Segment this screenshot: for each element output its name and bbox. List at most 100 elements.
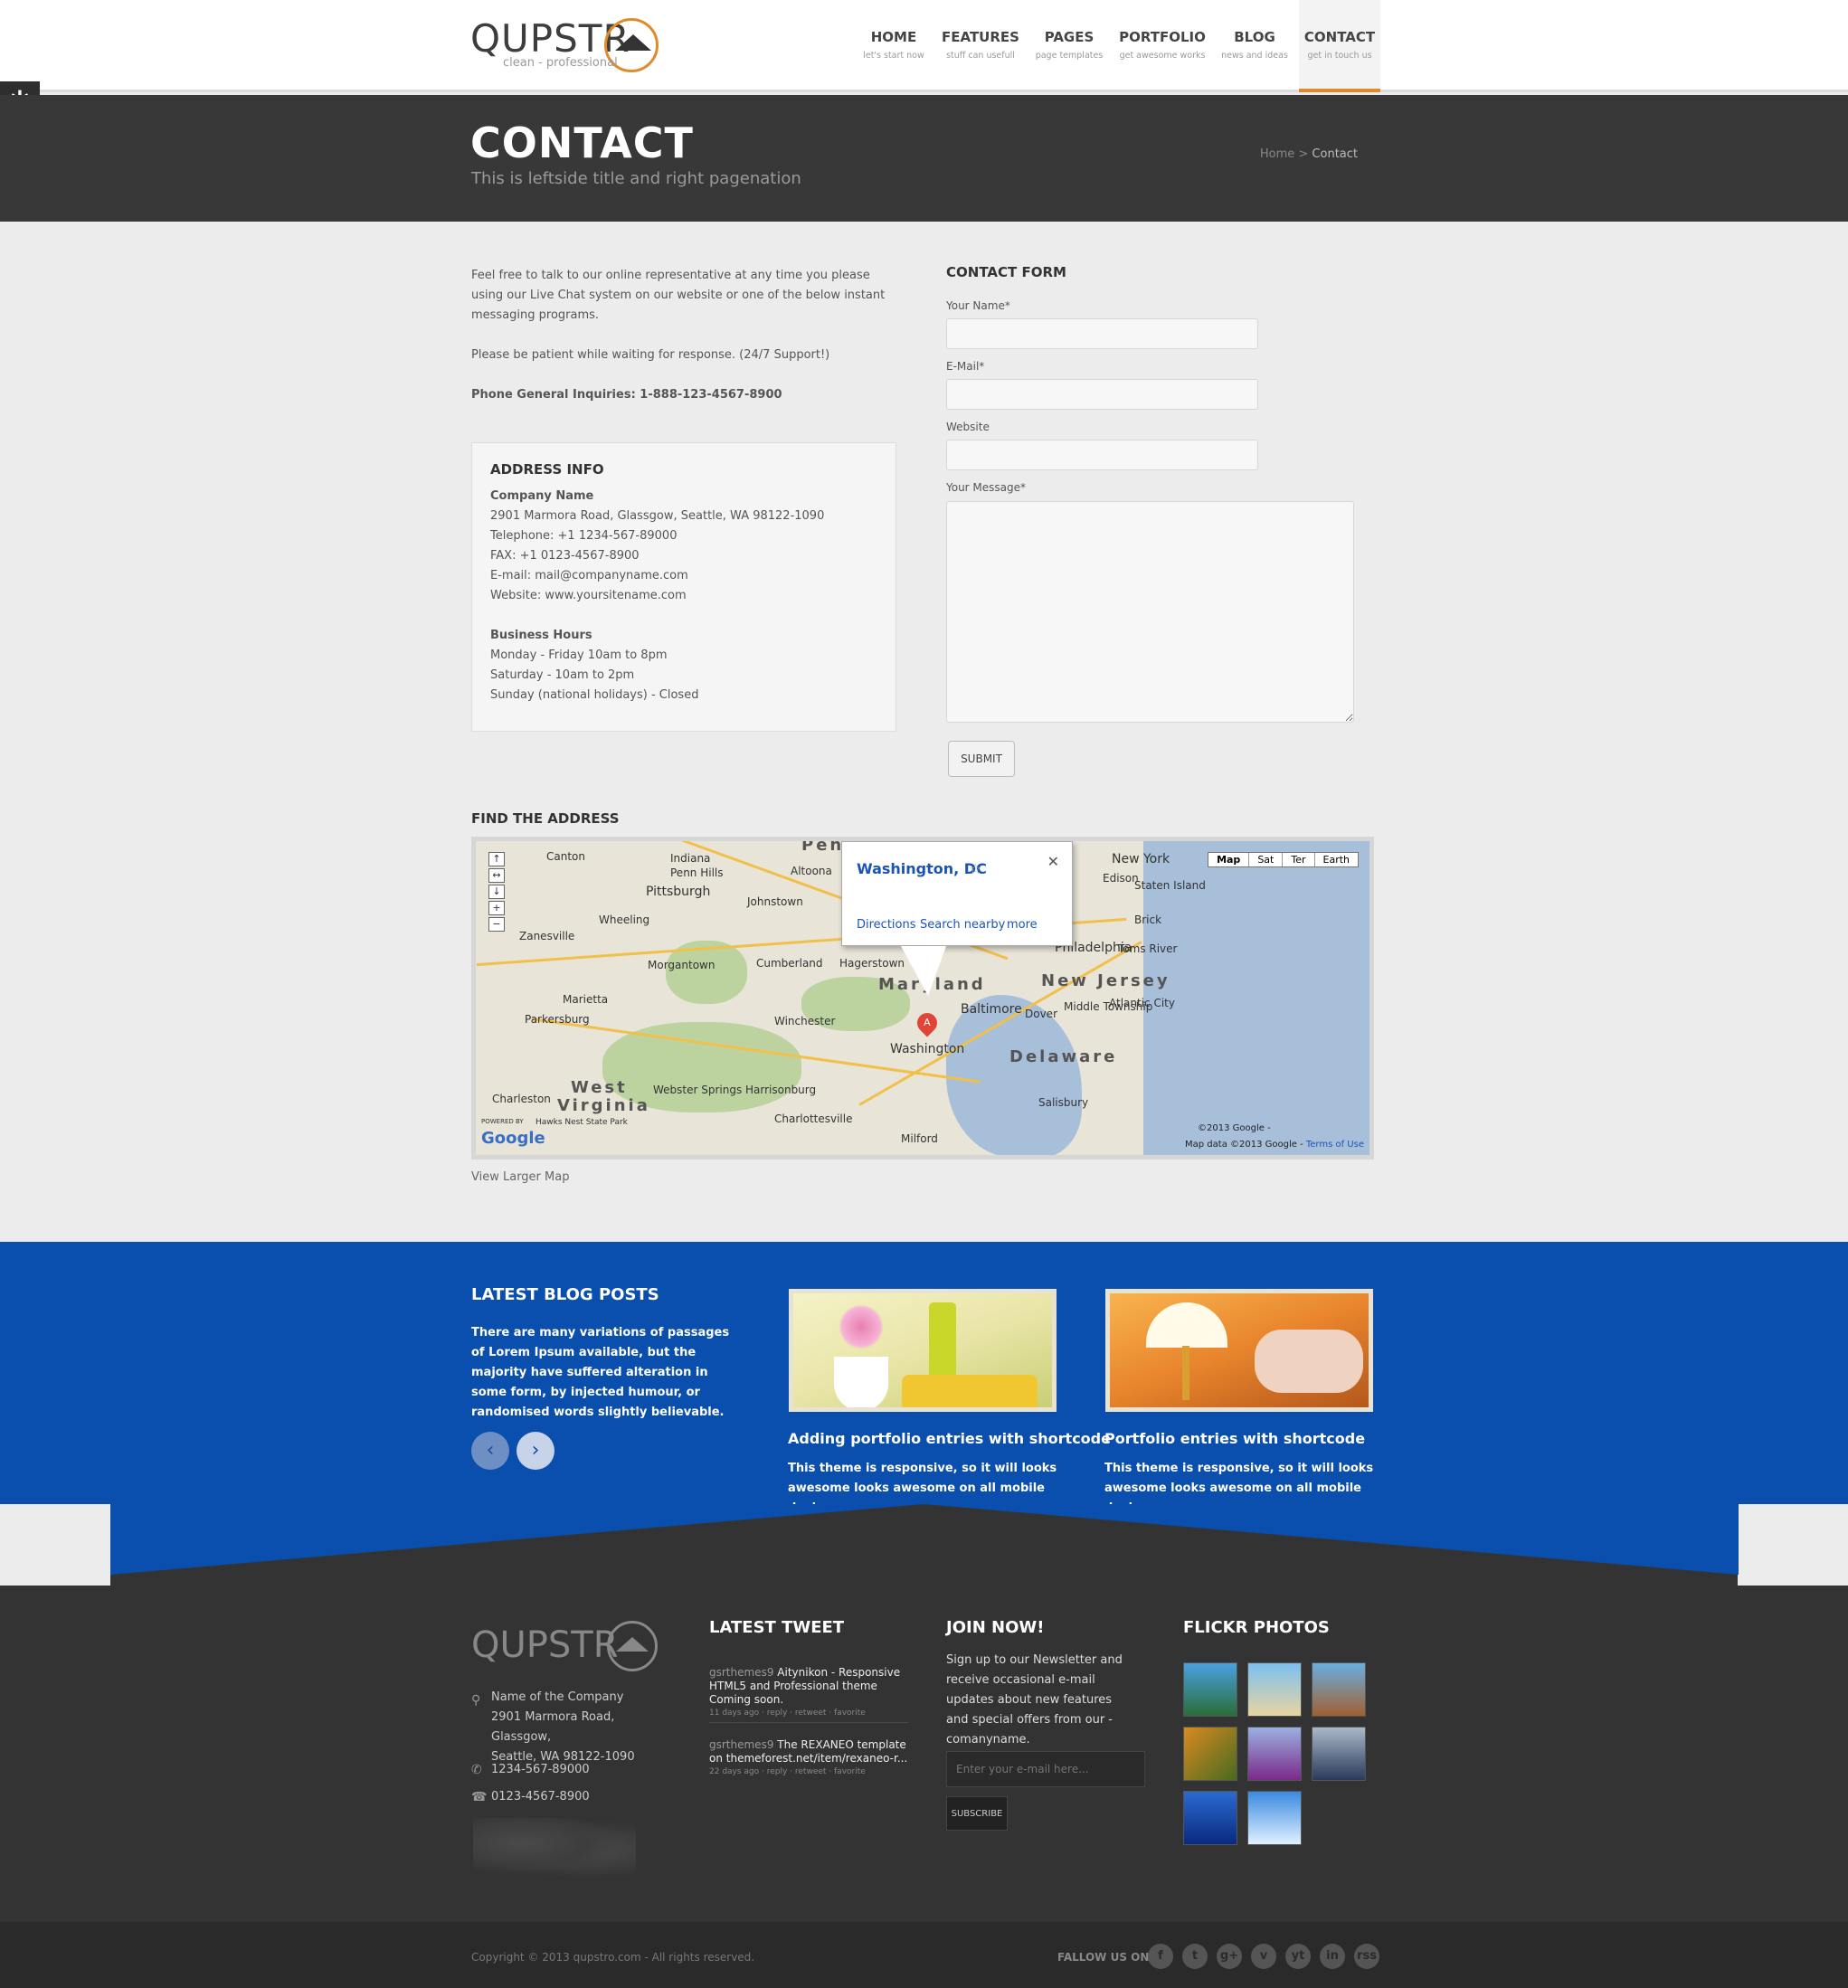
- map-pan-down-icon[interactable]: ↓: [488, 885, 505, 899]
- map-city-label: Harrisonburg: [745, 1084, 817, 1096]
- tweet-meta[interactable]: 11 days ago · reply · retweet · favorite: [709, 1707, 908, 1720]
- address-email[interactable]: E-mail: mail@companyname.com: [490, 566, 877, 586]
- name-field[interactable]: [946, 318, 1258, 349]
- intro-paragraph: Feel free to talk to our online represen…: [471, 269, 886, 322]
- submit-button[interactable]: SUBMIT: [948, 741, 1015, 777]
- map-type-ter[interactable]: Ter: [1283, 853, 1315, 866]
- footer-logo-text: QUPSTR: [471, 1624, 619, 1666]
- website-field[interactable]: [946, 440, 1258, 470]
- nav-item-contact[interactable]: CONTACT get in touch us: [1299, 0, 1380, 92]
- message-field[interactable]: [946, 501, 1354, 723]
- map-zoom-in-icon[interactable]: +: [488, 901, 505, 915]
- contact-intro: Feel free to talk to our online represen…: [471, 266, 896, 425]
- flickr-photo[interactable]: [1183, 1791, 1237, 1845]
- tweet-meta[interactable]: 22 days ago · reply · retweet · favorite: [709, 1766, 908, 1779]
- footer-logo-peak-icon: [616, 1637, 649, 1652]
- nav-item-portfolio[interactable]: PORTFOLIO get awesome works: [1114, 0, 1210, 92]
- intro-support-note: Please be patient while waiting for resp…: [471, 348, 830, 362]
- tweet-handle[interactable]: gsrthemes9: [709, 1666, 773, 1679]
- map-copyright: ©2013 Google -: [1198, 1123, 1271, 1133]
- map-type-earth[interactable]: Earth: [1315, 853, 1359, 866]
- flickr-photo[interactable]: [1312, 1662, 1366, 1717]
- popup-search-nearby-link[interactable]: Search nearby: [920, 918, 1005, 932]
- post-title[interactable]: Portfolio entries with shortcode: [1104, 1430, 1365, 1447]
- name-label: Your Name*: [946, 299, 1010, 312]
- linkedin-icon[interactable]: in: [1320, 1944, 1345, 1969]
- popup-more-link[interactable]: more: [1007, 918, 1038, 932]
- post-thumbnail[interactable]: [789, 1289, 1057, 1412]
- google-plus-icon[interactable]: g+: [1217, 1944, 1242, 1969]
- map-pan-icon[interactable]: ↔: [488, 868, 505, 883]
- post-title[interactable]: Adding portfolio entries with shortcode: [788, 1430, 1111, 1447]
- breadcrumb-home-link[interactable]: Home: [1260, 147, 1294, 161]
- twitter-icon[interactable]: t: [1182, 1944, 1208, 1969]
- page-subtitle: This is leftside title and right pagenat…: [471, 169, 801, 188]
- flickr-photo[interactable]: [1183, 1662, 1237, 1717]
- facebook-icon[interactable]: f: [1148, 1944, 1173, 1969]
- hours-weekday: Monday - Friday 10am to 8pm: [490, 648, 668, 662]
- carousel-next-icon[interactable]: ›: [516, 1432, 554, 1470]
- email-field[interactable]: [946, 379, 1258, 410]
- google-map[interactable]: Pennsylvania Maryland New Jersey Delawar…: [471, 837, 1374, 1160]
- flickr-photo[interactable]: [1183, 1727, 1237, 1781]
- join-description: Sign up to our Newsletter and receive oc…: [946, 1653, 1123, 1747]
- map-city-label: Salisbury: [1038, 1096, 1089, 1109]
- map-type-map[interactable]: Map: [1208, 853, 1250, 866]
- map-city-label: Edison: [1103, 872, 1139, 885]
- tweet-handle[interactable]: gsrthemes9: [709, 1738, 773, 1751]
- map-state-label: Virginia: [557, 1096, 650, 1115]
- nav-item-features[interactable]: FEATURES stuff can usefull: [937, 0, 1024, 92]
- footer-wedge: [110, 1504, 1739, 1575]
- subscribe-button[interactable]: SUBSCRIBE: [946, 1796, 1008, 1831]
- follow-label: FALLOW US ON:: [1057, 1951, 1154, 1964]
- map-city-label: Cumberland: [756, 957, 823, 970]
- nav-item-pages[interactable]: PAGES page templates: [1024, 0, 1114, 92]
- google-logo[interactable]: Google: [481, 1129, 545, 1148]
- flickr-photo[interactable]: [1312, 1727, 1366, 1781]
- map-type-sat[interactable]: Sat: [1249, 853, 1284, 866]
- map-data-text: Map data ©2013 Google -: [1185, 1140, 1306, 1150]
- logo-tagline: clean - professional: [503, 56, 618, 70]
- map-terms-link[interactable]: Terms of Use: [1306, 1140, 1364, 1150]
- map-city-label: Johnstown: [747, 895, 803, 908]
- map-city-label: Canton: [546, 850, 585, 863]
- flickr-section-title: FLICKR PHOTOS: [1183, 1618, 1330, 1637]
- lamp-stem-image-detail: [1182, 1346, 1189, 1400]
- footer-fax: 0123-4567-8900: [491, 1790, 590, 1803]
- fax-icon: ☎: [471, 1790, 488, 1804]
- rss-icon[interactable]: rss: [1354, 1944, 1379, 1969]
- popup-directions-link[interactable]: Directions: [857, 918, 916, 932]
- footer-bottom-bar: Copyright © 2013 qupstro.com - All right…: [0, 1922, 1848, 1988]
- vimeo-icon[interactable]: v: [1251, 1944, 1276, 1969]
- flickr-photo[interactable]: [1247, 1727, 1302, 1781]
- site-logo[interactable]: QUPSTR clean - professional: [470, 16, 660, 74]
- marker-label: A: [924, 1017, 931, 1028]
- map-info-popup: Washington, DC ☆ ✕ Directions Search nea…: [841, 841, 1073, 946]
- map-state-label: Delaware: [1009, 1047, 1118, 1066]
- flickr-photo[interactable]: [1247, 1791, 1302, 1845]
- address-website[interactable]: Website: www.yoursitename.com: [490, 586, 877, 606]
- map-city-label: Indiana: [670, 852, 711, 865]
- page-title: CONTACT: [470, 118, 694, 167]
- view-larger-map-link[interactable]: View Larger Map: [471, 1170, 569, 1184]
- map-city-label: Dover: [1025, 1008, 1057, 1020]
- address-street: 2901 Marmora Road, Glassgow, Seattle, WA…: [490, 509, 825, 523]
- nav-item-blog[interactable]: BLOG news and ideas: [1210, 0, 1299, 92]
- tweet-item: gsrthemes9 Aitynikon - Responsive HTML5 …: [709, 1666, 908, 1720]
- nav-item-home[interactable]: HOME let's start now: [850, 0, 937, 92]
- star-icon[interactable]: ☆: [969, 860, 981, 877]
- flickr-photo[interactable]: [1247, 1662, 1302, 1717]
- footer-logo[interactable]: QUPSTR: [471, 1621, 661, 1675]
- carousel-prev-icon[interactable]: ‹: [471, 1432, 509, 1470]
- map-zoom-out-icon[interactable]: −: [488, 917, 505, 932]
- map-marker-icon[interactable]: A: [913, 1008, 942, 1037]
- post-thumbnail[interactable]: [1105, 1289, 1373, 1412]
- address-title: ADDRESS INFO: [490, 461, 604, 478]
- youtube-icon[interactable]: yt: [1285, 1944, 1311, 1969]
- site-header: QUPSTR clean - professional HOME let's st…: [0, 0, 1848, 92]
- popup-title[interactable]: Washington, DC: [857, 860, 987, 877]
- newsletter-email-input[interactable]: [946, 1751, 1145, 1787]
- close-icon[interactable]: ✕: [1047, 853, 1059, 870]
- map-type-switcher: Map Sat Ter Earth: [1208, 852, 1359, 867]
- map-pan-up-icon[interactable]: ↑: [488, 852, 505, 866]
